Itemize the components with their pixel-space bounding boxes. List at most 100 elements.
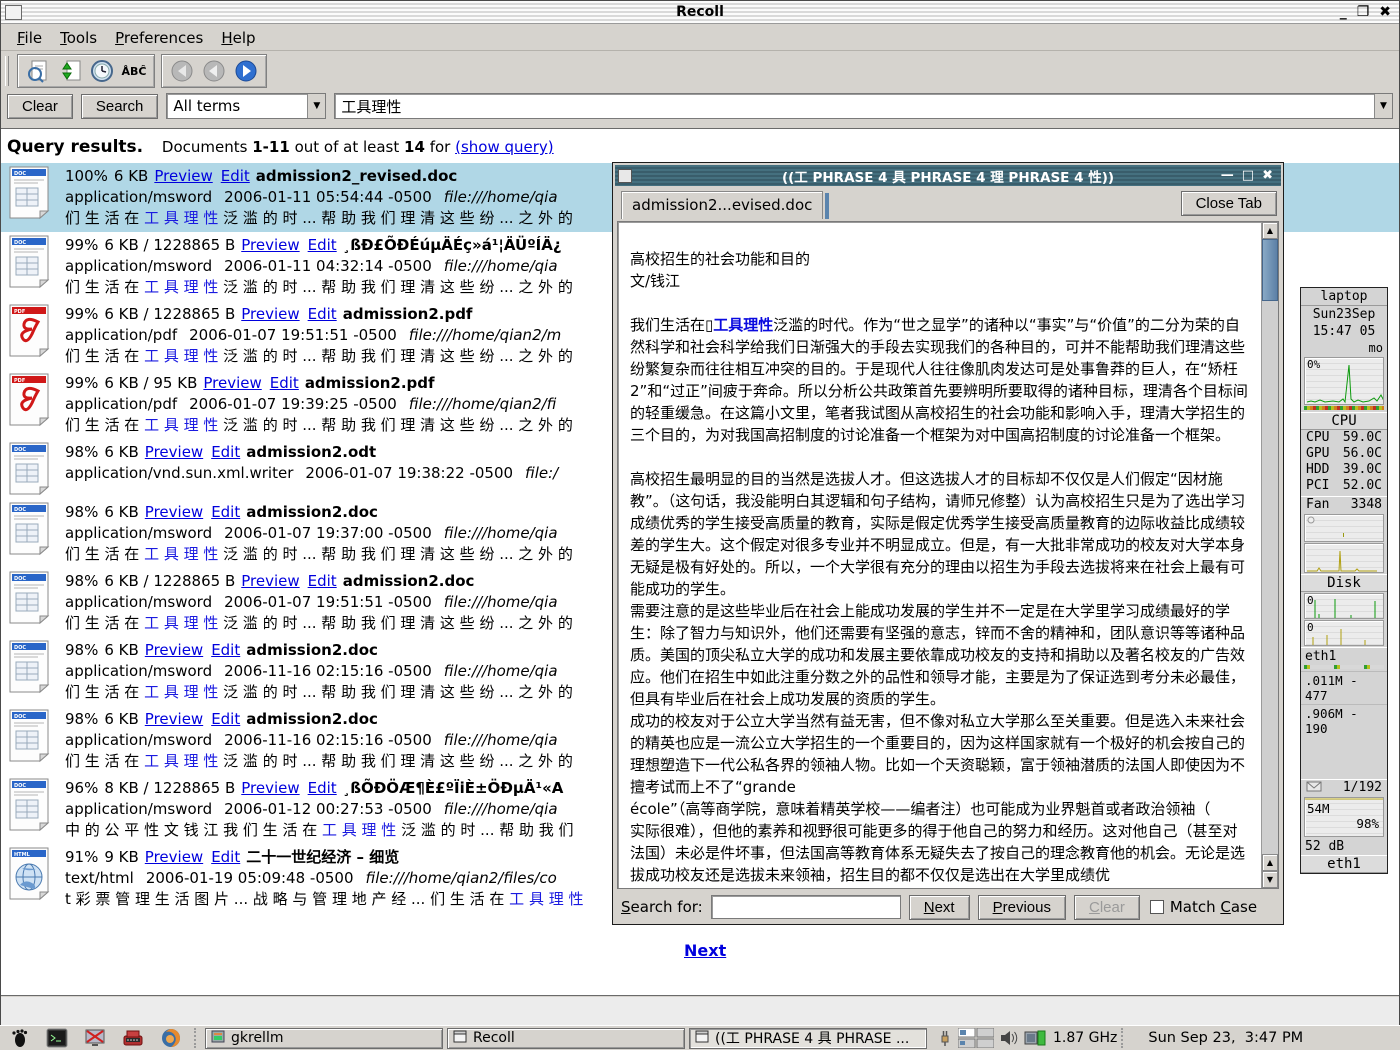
edit-link[interactable]: Edit <box>211 443 240 461</box>
taskbar-handle[interactable] <box>194 1028 199 1048</box>
preview-link[interactable]: Preview <box>241 236 299 254</box>
preview-link[interactable]: Preview <box>145 848 203 866</box>
scrollbar-track[interactable] <box>1262 301 1278 854</box>
workspace-switcher[interactable] <box>958 1028 994 1048</box>
disk-read-chart: 0 <box>1304 593 1384 619</box>
document-text[interactable]: 高校招生的社会功能和目的 文/钱江我们生活在▯工具理性泛滥的时代。作为“世之显学… <box>618 222 1261 888</box>
history-clock-icon[interactable] <box>88 57 116 85</box>
task-button[interactable]: Recoll <box>447 1028 685 1049</box>
gnome-menu-icon[interactable] <box>7 1027 31 1049</box>
checkbox-icon[interactable] <box>1150 900 1164 914</box>
scroll-up-icon[interactable]: ▲ <box>1262 222 1278 239</box>
minimize-icon[interactable]: _ <box>1340 4 1347 20</box>
preview-link[interactable]: Preview <box>241 779 299 797</box>
query-input[interactable]: 工具理性 ▼ <box>334 93 1393 119</box>
menu-help[interactable]: Help <box>213 27 263 49</box>
sort-parameters-icon[interactable] <box>56 57 84 85</box>
file-size: 6 KB <box>104 641 138 659</box>
file-size: 6 KB / 1228865 B <box>104 572 235 590</box>
close-icon[interactable]: ✖ <box>1379 4 1391 20</box>
result-filename: ¸ßÐ£ÕÐÉúµÄÉç»á¹¦ÄÜºÍÄ¿ <box>343 236 562 254</box>
edit-link[interactable]: Edit <box>308 779 337 797</box>
preview-link[interactable]: Preview <box>145 443 203 461</box>
volume-icon[interactable] <box>999 1029 1019 1047</box>
file-url: file:///home/qian2/m <box>409 326 561 344</box>
term-explorer-icon[interactable]: ÅBĈ <box>120 57 148 85</box>
task-button[interactable]: ((工 PHRASE 4 具 PHRASE ... <box>689 1028 927 1049</box>
close-tab-button[interactable]: Close Tab <box>1181 191 1277 216</box>
find-previous-button[interactable]: Previous <box>978 895 1066 920</box>
terminal-launcher-icon[interactable] <box>45 1027 69 1049</box>
search-button[interactable]: Search <box>81 94 159 119</box>
edit-link[interactable]: Edit <box>308 305 337 323</box>
relevance-percent: 98% <box>65 443 98 461</box>
task-button[interactable]: gkrellm <box>205 1028 443 1049</box>
edit-link[interactable]: Edit <box>211 503 240 521</box>
power-plug-icon[interactable] <box>937 1028 953 1048</box>
preview-tab[interactable]: admission2...evised.doc <box>621 191 823 219</box>
file-size: 6 KB / 95 KB <box>104 374 197 392</box>
scroll-up-icon[interactable]: ▲ <box>1262 854 1278 871</box>
edit-link[interactable]: Edit <box>211 710 240 728</box>
find-next-button[interactable]: Next <box>909 895 970 920</box>
toolbar-handle[interactable] <box>5 56 9 86</box>
preview-link[interactable]: Preview <box>145 641 203 659</box>
taskbar-clock[interactable]: Sun Sep 23, 3:47 PM <box>1138 1030 1313 1046</box>
menu-tools[interactable]: Tools <box>52 27 105 49</box>
scroll-down-icon[interactable]: ▼ <box>1262 871 1278 888</box>
file-size: 6 KB <box>104 443 138 461</box>
edit-link[interactable]: Edit <box>211 641 240 659</box>
result-filename: admission2.odt <box>246 443 376 461</box>
svg-text:DOC: DOC <box>14 714 26 720</box>
minimize-icon[interactable]: — <box>1221 168 1234 183</box>
edit-link[interactable]: Edit <box>308 572 337 590</box>
preview-link[interactable]: Preview <box>145 710 203 728</box>
chevron-down-icon[interactable]: ▼ <box>307 94 325 118</box>
find-clear-button[interactable]: Clear <box>1074 895 1140 920</box>
maximize-icon[interactable]: □ <box>1242 168 1254 183</box>
cpufreq-icon[interactable] <box>1024 1029 1046 1047</box>
clock-handle[interactable] <box>1121 1028 1126 1048</box>
relevance-percent: 96% <box>65 779 98 797</box>
chevron-down-icon[interactable]: ▼ <box>1374 94 1392 118</box>
edit-link[interactable]: Edit <box>221 167 250 185</box>
relevance-percent: 91% <box>65 848 98 866</box>
preview-link[interactable]: Preview <box>154 167 212 185</box>
temp-row-pci: PCI52.0C <box>1301 478 1387 494</box>
relevance-percent: 98% <box>65 572 98 590</box>
next-page-icon[interactable] <box>232 57 260 85</box>
edit-link[interactable]: Edit <box>211 848 240 866</box>
clear-button[interactable]: Clear <box>7 94 73 119</box>
first-page-icon[interactable] <box>168 57 196 85</box>
preview-link[interactable]: Preview <box>145 503 203 521</box>
preview-link[interactable]: Preview <box>203 374 261 392</box>
file-datetime: 2006-01-07 19:51:51 -0500 <box>189 326 397 344</box>
preview-titlebar[interactable]: ((工 PHRASE 4 具 PHRASE 4 理 PHRASE 4 性)) —… <box>615 165 1281 186</box>
vertical-scrollbar[interactable]: ▲ ▲ ▼ <box>1261 222 1278 888</box>
match-case-checkbox[interactable]: Match Case <box>1150 898 1257 916</box>
edit-link[interactable]: Edit <box>308 236 337 254</box>
show-query-link[interactable]: (show query) <box>455 138 554 156</box>
search-for-label: Search for: <box>621 898 703 916</box>
svg-text:DOC: DOC <box>14 783 26 789</box>
find-input[interactable] <box>711 895 901 919</box>
prev-page-icon[interactable] <box>200 57 228 85</box>
search-mode-select[interactable]: All terms ▼ <box>166 93 326 119</box>
menu-file[interactable]: File <box>9 27 50 49</box>
preview-link[interactable]: Preview <box>241 572 299 590</box>
eth1-tx-value: .906M - 190 <box>1301 704 1387 737</box>
lock-screen-icon[interactable] <box>83 1027 107 1049</box>
gkrellm-monitor[interactable]: laptop Sun23Sep 15:47 05 mo 0% CPU CPU59… <box>1300 287 1388 874</box>
mime-type: application/msword <box>65 731 212 749</box>
maximize-icon[interactable]: ❐ <box>1357 4 1370 20</box>
main-titlebar[interactable]: Recoll _ ❐ ✖ <box>1 1 1399 24</box>
menu-preferences[interactable]: Preferences <box>107 27 211 49</box>
next-page-link[interactable]: Next <box>684 941 726 960</box>
typewriter-launcher-icon[interactable] <box>121 1027 145 1049</box>
show-query-detail-icon[interactable] <box>24 57 52 85</box>
scrollbar-thumb[interactable] <box>1262 239 1278 301</box>
firefox-launcher-icon[interactable] <box>159 1027 183 1049</box>
close-icon[interactable]: ✖ <box>1262 168 1273 183</box>
edit-link[interactable]: Edit <box>270 374 299 392</box>
preview-link[interactable]: Preview <box>241 305 299 323</box>
